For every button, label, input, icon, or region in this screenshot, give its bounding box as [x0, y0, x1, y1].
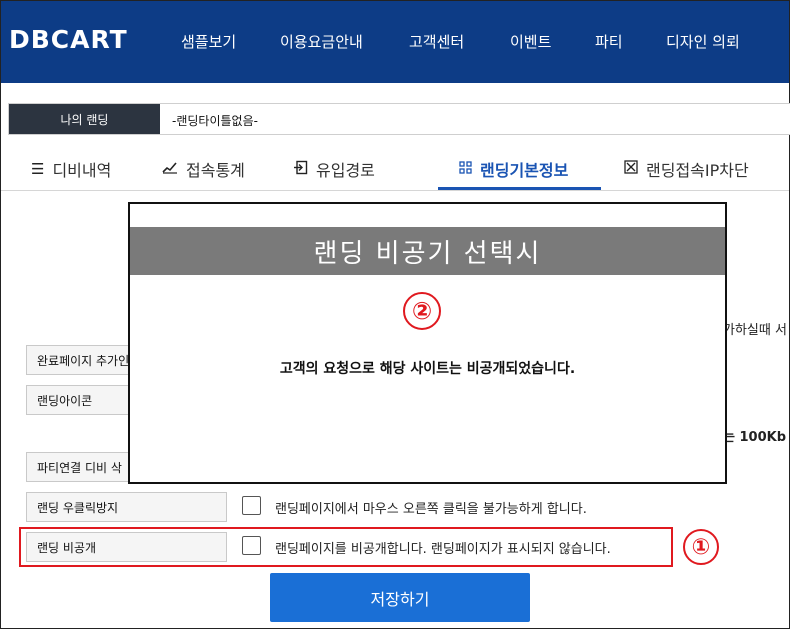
- nav-pricing[interactable]: 이용요금안내: [280, 31, 363, 52]
- right-click-checkbox[interactable]: [242, 496, 261, 515]
- tab-label: 유입경로: [316, 161, 375, 180]
- save-button[interactable]: 저장하기: [270, 573, 530, 622]
- nav-events[interactable]: 이벤트: [510, 31, 551, 52]
- tab-label: 디비내역: [52, 161, 112, 180]
- tab-landing-info[interactable]: 랜딩기본정보: [459, 157, 568, 181]
- tab-referrer[interactable]: 유입경로: [293, 157, 375, 181]
- nav-design-request[interactable]: 디자인 의뢰: [666, 31, 740, 52]
- right-click-description: 랜딩페이지에서 마우스 오른쪽 클릭을 불가능하게 합니다.: [275, 502, 587, 517]
- active-tab-indicator: [438, 187, 601, 190]
- tab-access-stats[interactable]: 접속통계: [162, 157, 245, 181]
- list-icon: ☰: [31, 160, 45, 178]
- tab-label: 접속통계: [186, 161, 245, 180]
- private-notice-modal: 랜딩 비공기 선택시 ② 고객의 요청으로 해당 사이트는 비공개되었습니다.: [128, 202, 727, 484]
- tab-bar: ☰ 디비내역 접속통계 유입경로 랜딩기본정보 랜딩접속IP차단: [1, 135, 789, 191]
- modal-title: 랜딩 비공기 선택시: [130, 227, 725, 275]
- chart-icon: [162, 160, 178, 178]
- landing-label: 나의 랜딩: [9, 104, 160, 134]
- landing-title: -랜딩타이틀없음-: [172, 114, 258, 128]
- tab-label: 랜딩접속IP차단: [646, 161, 749, 180]
- private-checkbox[interactable]: [242, 536, 261, 555]
- grid-icon: [459, 160, 472, 178]
- nav-support[interactable]: 고객센터: [409, 31, 464, 52]
- private-label: 랜딩 비공개: [26, 532, 227, 562]
- logo[interactable]: DBCART: [9, 25, 128, 54]
- modal-message: 고객의 요청으로 해당 사이트는 비공개되었습니다.: [279, 361, 576, 377]
- landing-selector[interactable]: 나의 랜딩 -랜딩타이틀없음-: [8, 103, 790, 135]
- private-description: 랜딩페이지를 비공개합니다. 랜딩페이지가 표시되지 않습니다.: [275, 542, 611, 557]
- complete-page-note: 가하실때 서: [723, 323, 787, 338]
- nav-party[interactable]: 파티: [595, 31, 623, 52]
- annotation-marker-1: ①: [683, 529, 719, 565]
- block-icon: [624, 160, 638, 178]
- top-header: DBCART 샘플보기 이용요금안내 고객센터 이벤트 파티 디자인 의뢰: [1, 1, 789, 83]
- right-click-label: 랜딩 우클릭방지: [26, 492, 227, 522]
- annotation-marker-2: ②: [403, 292, 441, 330]
- enter-icon: [293, 160, 308, 179]
- tab-ip-block[interactable]: 랜딩접속IP차단: [624, 157, 749, 181]
- icon-size-note: 는 100Kb: [723, 430, 787, 445]
- tab-label: 랜딩기본정보: [480, 161, 569, 180]
- nav-samples[interactable]: 샘플보기: [181, 31, 236, 52]
- tab-db-list[interactable]: ☰ 디비내역: [31, 157, 111, 181]
